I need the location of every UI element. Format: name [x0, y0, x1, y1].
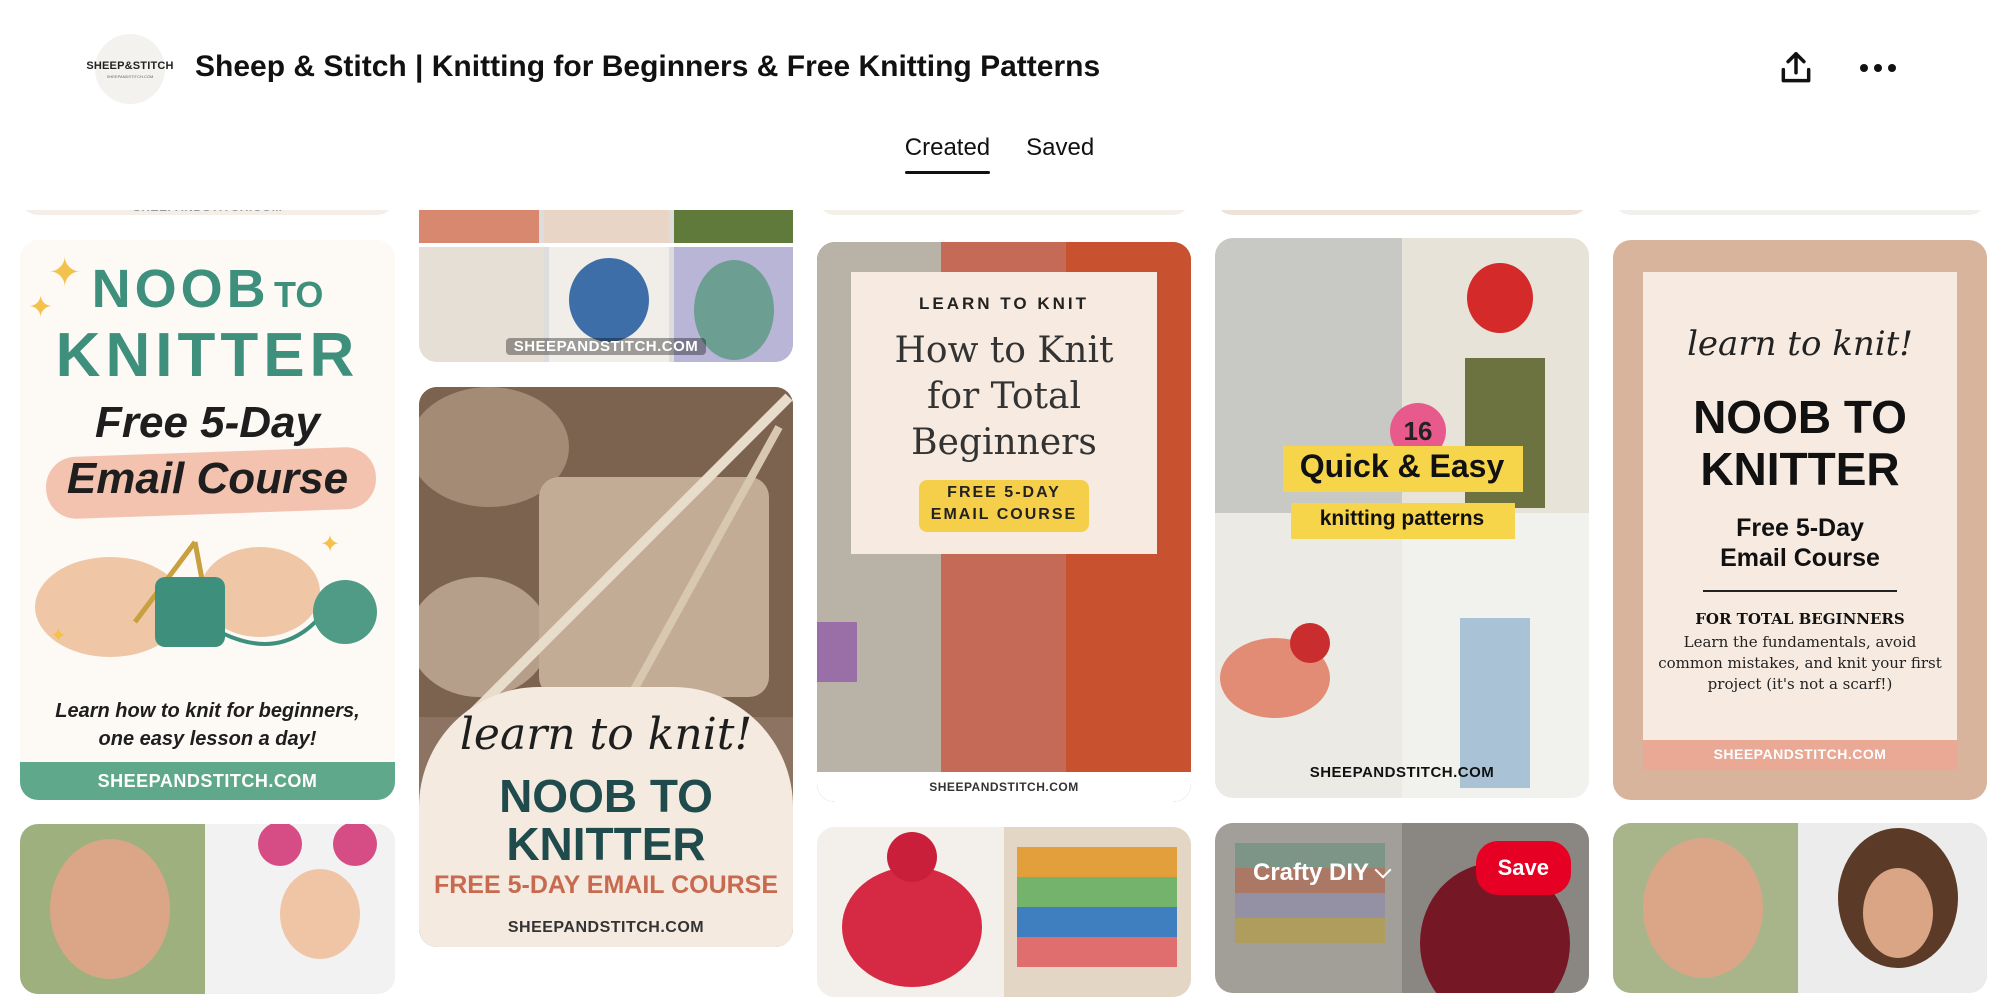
svg-text:✦: ✦ [320, 531, 340, 558]
pin-subheading: FREE 5-DAY EMAIL COURSE [433, 871, 779, 899]
share-icon [1781, 52, 1811, 83]
knitting-swatch-photo [419, 387, 793, 717]
scarf-models-photo [1613, 823, 1987, 993]
pin-site-label: SHEEPANDSTITCH.COM [929, 780, 1079, 794]
pin-heading: KNITTER [1700, 443, 1900, 495]
pin-heading: How to Knit [894, 330, 1114, 371]
pin-heading: KNITTER [55, 321, 360, 390]
pin-subheading: Free 5-Day [94, 398, 320, 447]
page-title: Sheep & Stitch | Knitting for Beginners … [195, 50, 1101, 83]
more-options-button[interactable] [1854, 44, 1902, 92]
pin-caption: one easy lesson a day! [98, 728, 317, 750]
more-icon [1860, 64, 1896, 72]
tab-saved[interactable]: Saved [1026, 134, 1094, 172]
pin-bottom-4-hovered[interactable]: Crafty DIY Save [1215, 823, 1589, 993]
pin-kicker: LEARN TO KNIT [919, 294, 1089, 313]
pin-body-text: Learn the fundamentals, avoid common mis… [1658, 633, 1942, 693]
chevron-down-icon [1374, 861, 1392, 879]
pin-heading-to: TO [274, 274, 324, 315]
board-selector[interactable]: Crafty DIY [1253, 859, 1392, 887]
tab-created[interactable]: Created [904, 134, 991, 174]
pin-bottom-1[interactable] [20, 824, 395, 994]
pin-script-text: learn to knit! [1687, 324, 1913, 364]
pin-site-label: SHEEPANDSTITCH.COM [1713, 746, 1887, 762]
pin-script-text: learn to knit! [459, 709, 753, 760]
pin-subheading: FOR TOTAL BEGINNERS [1695, 610, 1905, 628]
pin-caption: Learn how to knit for beginners, [55, 700, 360, 722]
pin-heading: Quick & Easy [1299, 448, 1505, 484]
avatar-brand: SHEEP&STITCH [86, 59, 174, 72]
pin-heading: NOOB TO [499, 770, 713, 822]
pin-right-course[interactable]: learn to knit! NOOB TO KNITTER Free 5-Da… [1613, 240, 1987, 800]
pin-subheading: Free 5-Day [1736, 514, 1864, 542]
save-button[interactable]: Save [1475, 841, 1571, 895]
pin-heading: Beginners [911, 422, 1097, 463]
board-name: Crafty DIY [1253, 859, 1370, 886]
share-button[interactable] [1772, 44, 1820, 92]
pin-site-label: SHEEPANDSTITCH.COM [507, 919, 705, 936]
profile-tabs: Created Saved [0, 134, 1999, 174]
pin-site-label: SHEEPANDSTITCH.COM [1309, 764, 1495, 781]
pin-noob-course[interactable]: ✦ ✦ NOOB TO KNITTER Free 5-Day Email Cou… [20, 240, 395, 800]
pin-heading: NOOB [91, 259, 270, 319]
avatar[interactable]: SHEEP&STITCH SHEEPANDSTITCH.COM [86, 34, 173, 104]
pin-bottom-5[interactable] [1613, 823, 1987, 993]
pin-heading: NOOB TO [1693, 391, 1907, 443]
pin-subheading: Email Course [66, 454, 349, 503]
pin-total-beginners[interactable]: LEARN TO KNIT How to Knit for Total Begi… [817, 242, 1191, 802]
pin-site-label: SHEEPANDSTITCH.COM [506, 338, 706, 355]
pin-subheading: knitting patterns [1319, 507, 1485, 530]
pin-heading: for Total [927, 376, 1081, 417]
pin-badge: FREE 5-DAY [947, 484, 1061, 501]
pin-number-badge: 16 [1403, 416, 1433, 446]
svg-text:✦: ✦ [50, 625, 67, 647]
profile-header: SHEEP&STITCH SHEEPANDSTITCH.COM Sheep & … [0, 0, 1999, 210]
pin-site-label: SHEEPANDSTITCH.COM [97, 771, 318, 791]
pin-subheading: Email Course [1720, 544, 1880, 572]
pin-quick-easy[interactable]: 16 Quick & Easy knitting patterns SHEEPA… [1215, 238, 1589, 798]
hat-models-photo [20, 824, 395, 994]
pin-learn-swatch[interactable]: learn to knit! NOOB TO KNITTER FREE 5-DA… [419, 387, 793, 947]
knitting-hands-illustration: ✦ ✦ [35, 531, 377, 657]
avatar-site: SHEEPANDSTITCH.COM [106, 73, 154, 79]
pin-badge: EMAIL COURSE [930, 506, 1078, 523]
pin-heading: KNITTER [506, 818, 706, 870]
